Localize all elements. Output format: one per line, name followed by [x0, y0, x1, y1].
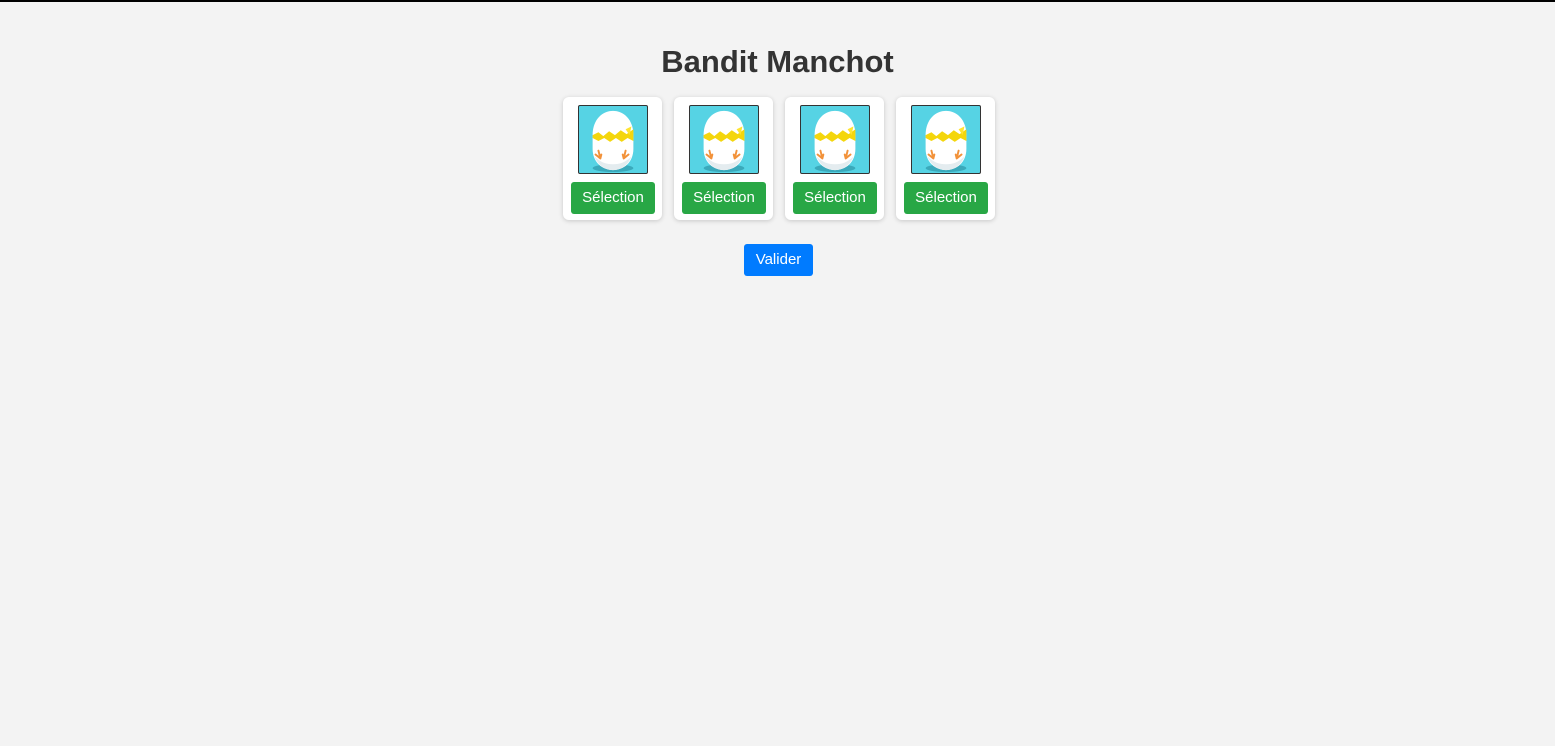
slot-card-1: Sélection: [563, 97, 662, 220]
slot-card-4: Sélection: [896, 97, 995, 220]
hatching-egg-icon: [911, 105, 981, 174]
select-button-4[interactable]: Sélection: [904, 182, 988, 214]
validate-button[interactable]: Valider: [744, 244, 813, 276]
select-button-3[interactable]: Sélection: [793, 182, 877, 214]
hatching-egg-icon: [689, 105, 759, 174]
slot-card-2: Sélection: [674, 97, 773, 220]
hatching-egg-icon: [800, 105, 870, 174]
slot-reels: Sélection Sélection Sélection Sélection: [563, 97, 995, 220]
hatching-egg-icon: [578, 105, 648, 174]
select-button-1[interactable]: Sélection: [571, 182, 655, 214]
page-title: Bandit Manchot: [661, 44, 894, 79]
select-button-2[interactable]: Sélection: [682, 182, 766, 214]
slot-card-3: Sélection: [785, 97, 884, 220]
